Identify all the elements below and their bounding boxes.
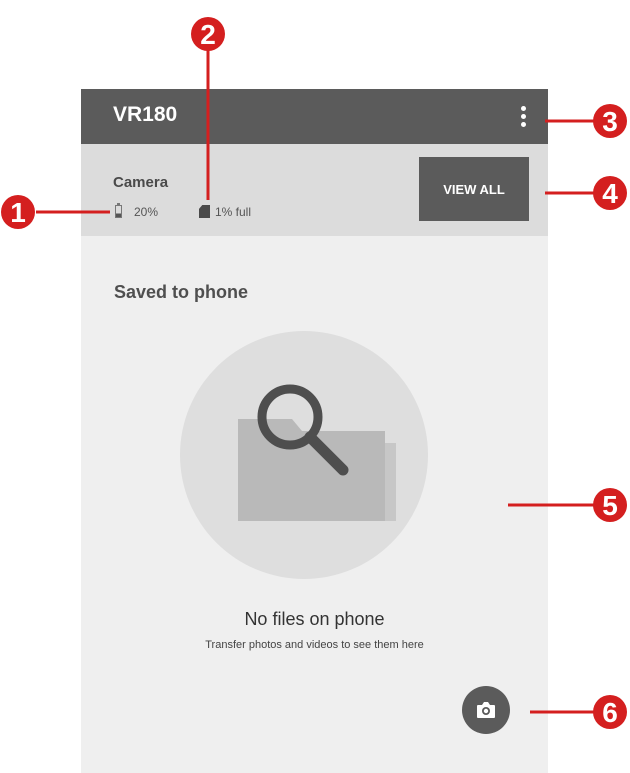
callout-label-6: 6 xyxy=(602,697,618,728)
callout-label-1: 1 xyxy=(10,197,26,228)
callout-label-3: 3 xyxy=(602,106,618,137)
annotated-screenshot: VR180 Camera 20% 1% full VIEW ALL Saved … xyxy=(0,0,630,773)
callout-label-4: 4 xyxy=(602,178,618,209)
callout-label-5: 5 xyxy=(602,490,618,521)
callout-label-2: 2 xyxy=(200,19,216,50)
callout-layer: 1 2 3 4 5 6 xyxy=(1,17,627,729)
